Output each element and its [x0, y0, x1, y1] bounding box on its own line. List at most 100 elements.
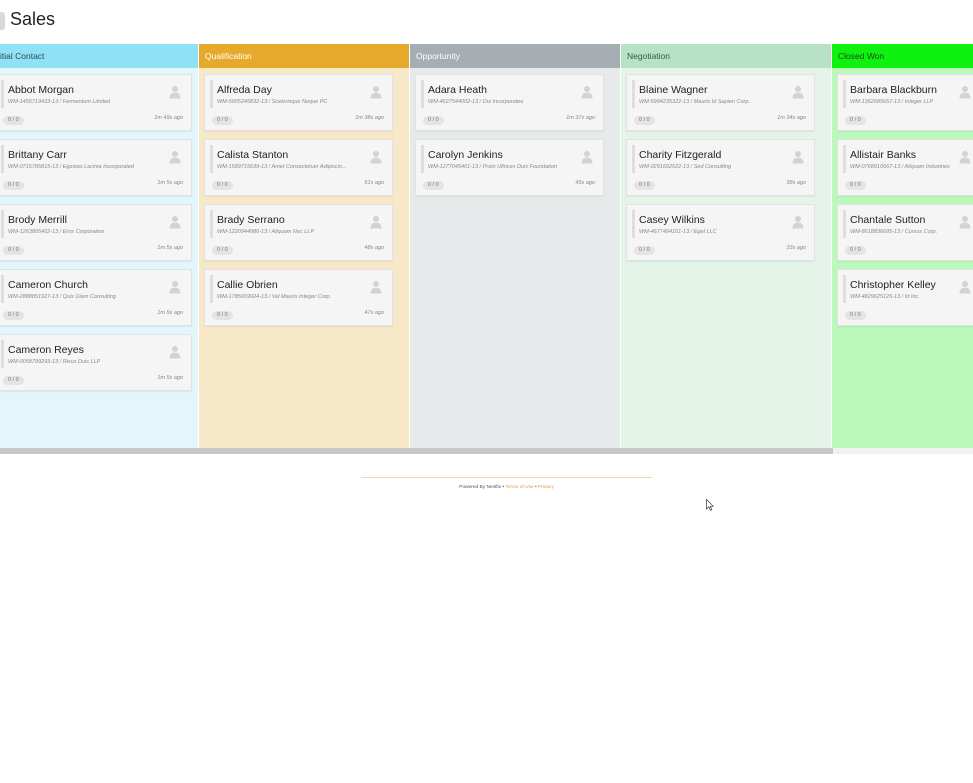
lead-card[interactable]: Casey Wilkins WM-4677494161-13 / Eget LLC… [626, 204, 815, 261]
person-icon[interactable] [959, 280, 971, 294]
card-timestamp: 38s ago [786, 180, 806, 186]
lead-card[interactable]: Cameron Church WM-2888851927-13 / Quis Di… [0, 269, 192, 326]
card-timestamp: 47s ago [364, 310, 384, 316]
card-drag-handle[interactable] [843, 80, 846, 108]
card-drag-handle[interactable] [632, 80, 635, 108]
lead-card[interactable]: Brody Merrill WM-1263805402-13 / Eros Cor… [0, 204, 192, 261]
card-drag-handle[interactable] [210, 275, 213, 303]
lead-card[interactable]: Calista Stanton WM-1589715639-13 / Amet C… [204, 139, 393, 196]
person-icon[interactable] [959, 150, 971, 164]
person-icon[interactable] [169, 280, 181, 294]
card-drag-handle[interactable] [843, 210, 846, 238]
card-drag-handle[interactable] [1, 275, 4, 303]
card-drag-handle[interactable] [843, 145, 846, 173]
lead-card[interactable]: Brady Serrano WM-1220944986-13 / Aliquam … [204, 204, 393, 261]
person-icon[interactable] [169, 215, 181, 229]
card-title: Casey Wilkins [639, 214, 705, 226]
card-subtitle: WM-1589715639-13 / Amet Consectetuer Adi… [217, 164, 347, 170]
card-subtitle: WM-1263805402-13 / Eros Corporation [8, 229, 105, 235]
lead-card[interactable]: Callie Obrien WM-1785659924-13 / Vel Maur… [204, 269, 393, 326]
task-count-badge: 0 / 0 [3, 376, 24, 385]
task-count-badge: 0 / 0 [212, 181, 233, 190]
card-subtitle: WM-0291692622-13 / Sed Consulting [639, 164, 732, 170]
task-count-badge: 0 / 0 [845, 116, 866, 125]
card-subtitle: WM-1277045401-13 / Proin Ultrices Duis F… [428, 164, 558, 170]
horizontal-scrollbar-thumb[interactable] [0, 448, 833, 454]
column-opportunity: Opportunity Adara Heath WM-4627544002-13 … [410, 44, 620, 448]
task-count-badge: 0 / 0 [423, 181, 444, 190]
lead-card[interactable]: Alfreda Day WM-5905245832-13 / Scelerisqu… [204, 74, 393, 131]
task-count-badge: 0 / 0 [212, 246, 233, 255]
card-drag-handle[interactable] [210, 210, 213, 238]
person-icon[interactable] [169, 150, 181, 164]
task-count-badge: 0 / 0 [3, 181, 24, 190]
person-icon[interactable] [370, 280, 382, 294]
task-count-badge: 0 / 0 [3, 246, 24, 255]
card-timestamp: 1m 5s ago [157, 245, 183, 251]
column-header: Qualification [199, 44, 409, 68]
card-drag-handle[interactable] [421, 145, 424, 173]
card-timestamp: 1m 5s ago [157, 310, 183, 316]
sidebar-toggle-handle[interactable] [0, 12, 5, 30]
person-icon[interactable] [581, 85, 593, 99]
column-body: Abbot Morgan WM-1455719433-13 / Fermentum… [0, 68, 198, 448]
card-title: Adara Heath [428, 84, 487, 96]
column-header: Closed Won [832, 44, 973, 68]
lead-card[interactable]: Abbot Morgan WM-1455719433-13 / Fermentum… [0, 74, 192, 131]
card-title: Cameron Church [8, 279, 88, 291]
card-drag-handle[interactable] [843, 275, 846, 303]
person-icon[interactable] [169, 345, 181, 359]
card-title: Allistair Banks [850, 149, 916, 161]
lead-card[interactable]: Brittany Carr WM-0715785815-13 / Egestas … [0, 139, 192, 196]
person-icon[interactable] [370, 215, 382, 229]
card-drag-handle[interactable] [210, 145, 213, 173]
card-drag-handle[interactable] [210, 80, 213, 108]
person-icon[interactable] [959, 215, 971, 229]
lead-card[interactable]: Allistair Banks WM-0768910667-13 / Aliqua… [837, 139, 973, 196]
lead-card[interactable]: Chantale Sutton WM-8618836695-13 / Cursus… [837, 204, 973, 261]
card-subtitle: WM-5994235322-13 / Mauris Id Sapien Corp… [639, 99, 750, 105]
footer: Powered By Nestfix • Terms of Use • Priv… [361, 485, 652, 490]
card-subtitle: WM-0715785815-13 / Egestas Lacinia Incor… [8, 164, 134, 170]
terms-of-use-link[interactable]: Terms of Use [505, 485, 533, 490]
card-drag-handle[interactable] [1, 145, 4, 173]
card-title: Brady Serrano [217, 214, 285, 226]
card-drag-handle[interactable] [421, 80, 424, 108]
lead-card[interactable]: Carolyn Jenkins WM-1277045401-13 / Proin … [415, 139, 604, 196]
lead-card[interactable]: Barbara Blackburn WM-1362685657-13 / Inte… [837, 74, 973, 131]
person-icon[interactable] [370, 150, 382, 164]
card-title: Abbot Morgan [8, 84, 74, 96]
lead-card[interactable]: Cameron Reyes WM-0058799293-13 / Risus Du… [0, 334, 192, 391]
person-icon[interactable] [370, 85, 382, 99]
card-drag-handle[interactable] [1, 80, 4, 108]
person-icon[interactable] [792, 85, 804, 99]
card-subtitle: WM-0768910667-13 / Aliquam Industries [850, 164, 950, 170]
card-subtitle: WM-4677494161-13 / Eget LLC [639, 229, 717, 235]
card-drag-handle[interactable] [1, 340, 4, 368]
column-initial-contact: itial Contact Abbot Morgan WM-1455719433-… [0, 44, 198, 448]
task-count-badge: 0 / 0 [845, 246, 866, 255]
column-header: Opportunity [410, 44, 620, 68]
task-count-badge: 0 / 0 [423, 116, 444, 125]
card-title: Barbara Blackburn [850, 84, 937, 96]
card-timestamp: 1m 38s ago [355, 115, 384, 121]
card-drag-handle[interactable] [1, 210, 4, 238]
lead-card[interactable]: Charity Fitzgerald WM-0291692622-13 / Sed… [626, 139, 815, 196]
task-count-badge: 0 / 0 [3, 311, 24, 320]
card-drag-handle[interactable] [632, 145, 635, 173]
lead-card[interactable]: Blaine Wagner WM-5994235322-13 / Mauris I… [626, 74, 815, 131]
task-count-badge: 0 / 0 [845, 181, 866, 190]
person-icon[interactable] [959, 85, 971, 99]
person-icon[interactable] [792, 150, 804, 164]
card-subtitle: WM-1785659924-13 / Vel Mauris Integer Co… [217, 294, 332, 300]
lead-card[interactable]: Christopher Kelley WM-4829625125-13 / Id … [837, 269, 973, 326]
person-icon[interactable] [581, 150, 593, 164]
card-timestamp: 1m 5s ago [157, 375, 183, 381]
privacy-link[interactable]: Privacy [538, 485, 554, 490]
card-drag-handle[interactable] [632, 210, 635, 238]
card-timestamp: 48s ago [364, 245, 384, 251]
person-icon[interactable] [169, 85, 181, 99]
person-icon[interactable] [792, 215, 804, 229]
task-count-badge: 0 / 0 [634, 116, 655, 125]
lead-card[interactable]: Adara Heath WM-4627544002-13 / Dui Incorp… [415, 74, 604, 131]
